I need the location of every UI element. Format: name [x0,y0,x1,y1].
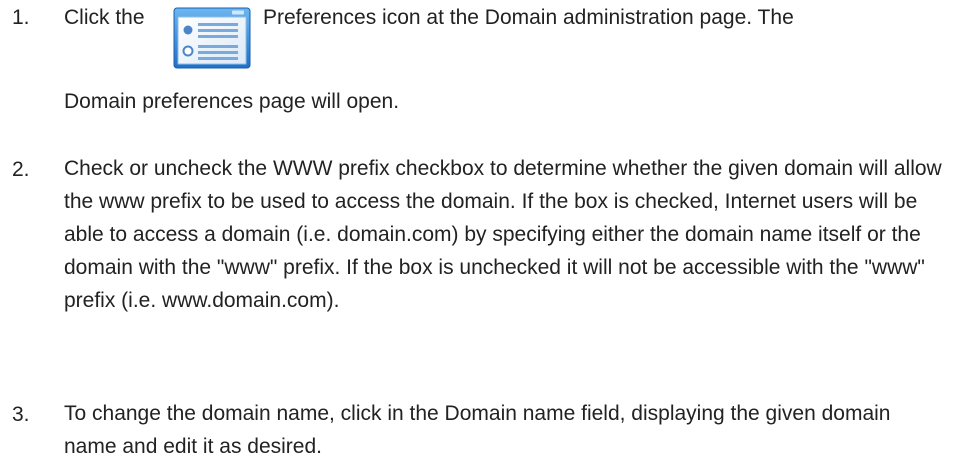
step-1: 1. Click the Preferences icon at the Dom… [0,6,953,126]
preferences-icon[interactable] [172,7,252,69]
step-2: 2. Check or uncheck the WWW prefix check… [0,157,953,358]
step-number: 2. [12,158,30,181]
step-text: Check or uncheck the WWW prefix checkbox… [64,157,942,312]
step-number: 1. [12,6,30,29]
step-3: 3. To change the domain name, click in t… [0,402,953,473]
step-text: To change the domain name, click in the … [64,402,891,458]
step-text-before-icon: Click the [64,6,145,29]
step-number: 3. [12,403,30,426]
step-text-after-icon: Preferences icon at the Domain administr… [263,6,794,29]
step-continuation: Domain preferences page will open. [64,90,400,113]
